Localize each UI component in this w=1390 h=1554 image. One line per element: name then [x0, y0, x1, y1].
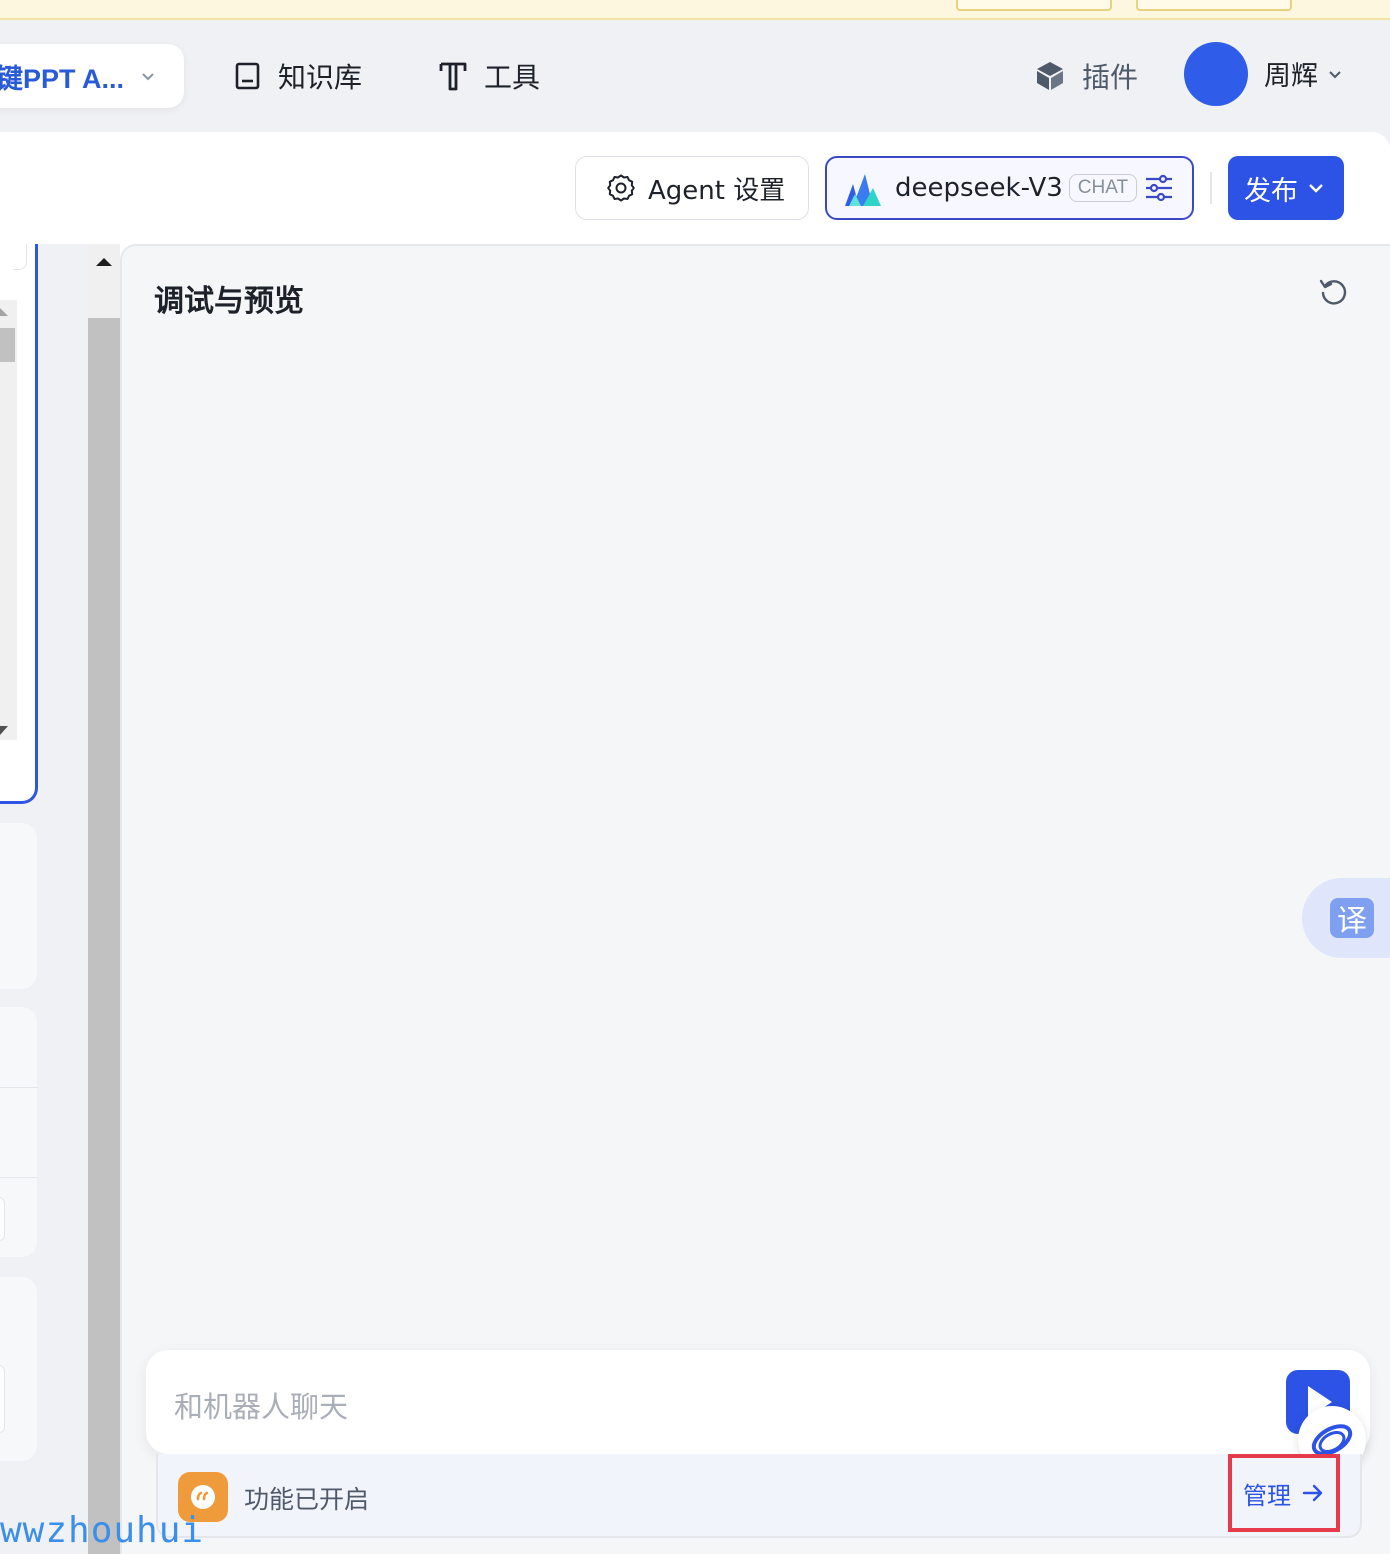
config-column [0, 244, 88, 1554]
toolbar-divider [1210, 172, 1212, 204]
manage-label: 管理 [1243, 1481, 1291, 1510]
app-switcher[interactable]: 键PPT A... [0, 44, 184, 108]
user-menu[interactable]: 周辉 [1264, 54, 1346, 93]
main-panel: Agent 设置 deepseek-V3 CHAT 发布 调试与预览 译 和机器… [0, 132, 1390, 1554]
app-name: 键PPT A... [0, 63, 125, 94]
agent-settings-button[interactable]: Agent 设置 [575, 156, 809, 220]
nav-tools[interactable]: 工具 [438, 54, 540, 98]
preview-title: 调试与预览 [154, 284, 304, 319]
gear-icon [607, 174, 635, 202]
manage-button[interactable]: 管理 [1228, 1454, 1340, 1532]
nav-plugins[interactable]: 插件 [1034, 54, 1138, 98]
nav-knowledge[interactable]: 知识库 [234, 54, 362, 98]
notice-close-button[interactable] [1136, 0, 1292, 11]
user-name: 周辉 [1264, 61, 1318, 92]
feature-status-bar: 功能已开启 管理 [156, 1454, 1362, 1538]
config-scroll-thumb[interactable] [88, 318, 120, 1554]
plugin-cube-icon [1037, 62, 1063, 90]
notice-bar [0, 0, 1390, 20]
refresh-icon[interactable] [1318, 276, 1350, 308]
tune-sliders-icon[interactable] [1144, 173, 1174, 203]
chevron-down-icon [142, 73, 154, 81]
publish-label: 发布 [1244, 175, 1298, 207]
chat-input-placeholder: 和机器人聊天 [174, 1390, 349, 1424]
chevron-down-icon [1329, 70, 1341, 78]
config-card [0, 822, 38, 990]
publish-button[interactable]: 发布 [1228, 156, 1344, 220]
config-input[interactable] [0, 1197, 5, 1241]
config-input[interactable] [0, 1365, 5, 1433]
config-scrollbar[interactable] [88, 244, 120, 1554]
nav-plugins-label: 插件 [1082, 61, 1139, 94]
notice-action-button[interactable] [956, 0, 1112, 11]
tool-t-icon [439, 62, 467, 91]
chevron-down-icon [1309, 184, 1323, 193]
model-selector[interactable]: deepseek-V3 CHAT [825, 156, 1194, 220]
chat-input-box[interactable]: 和机器人聊天 [146, 1350, 1370, 1474]
editor-corner [13, 244, 27, 270]
watermark: wwzhouhui [0, 1510, 205, 1551]
preview-panel: 调试与预览 译 和机器人聊天 功能已开启 管理 [120, 244, 1390, 1554]
config-card [0, 1006, 38, 1258]
scroll-up-arrow[interactable] [0, 308, 8, 316]
editor-scrollbar[interactable] [0, 300, 17, 740]
book-icon [235, 62, 260, 90]
config-card [0, 1276, 38, 1462]
divider [0, 1177, 37, 1178]
nav-tools-label: 工具 [484, 61, 541, 94]
agent-settings-label: Agent 设置 [648, 175, 786, 206]
translate-float-button[interactable]: 译 [1302, 878, 1390, 958]
model-name: deepseek-V3 [895, 173, 1063, 203]
scroll-up-arrow[interactable] [96, 258, 112, 266]
divider [0, 1087, 37, 1088]
model-logo-icon [845, 174, 881, 206]
editor-scroll-thumb[interactable] [0, 328, 15, 362]
arrow-right-icon [1302, 1484, 1323, 1502]
nav-knowledge-label: 知识库 [278, 61, 363, 94]
translate-label: 译 [1330, 898, 1374, 939]
model-tag-badge: CHAT [1068, 174, 1138, 202]
avatar[interactable] [1184, 42, 1248, 106]
feature-status-text: 功能已开启 [244, 1485, 370, 1514]
scroll-down-arrow[interactable] [0, 726, 8, 735]
prompt-editor[interactable] [0, 244, 38, 804]
top-navigation: 键PPT A... 知识库 工具 插件 周辉 [0, 20, 1390, 132]
